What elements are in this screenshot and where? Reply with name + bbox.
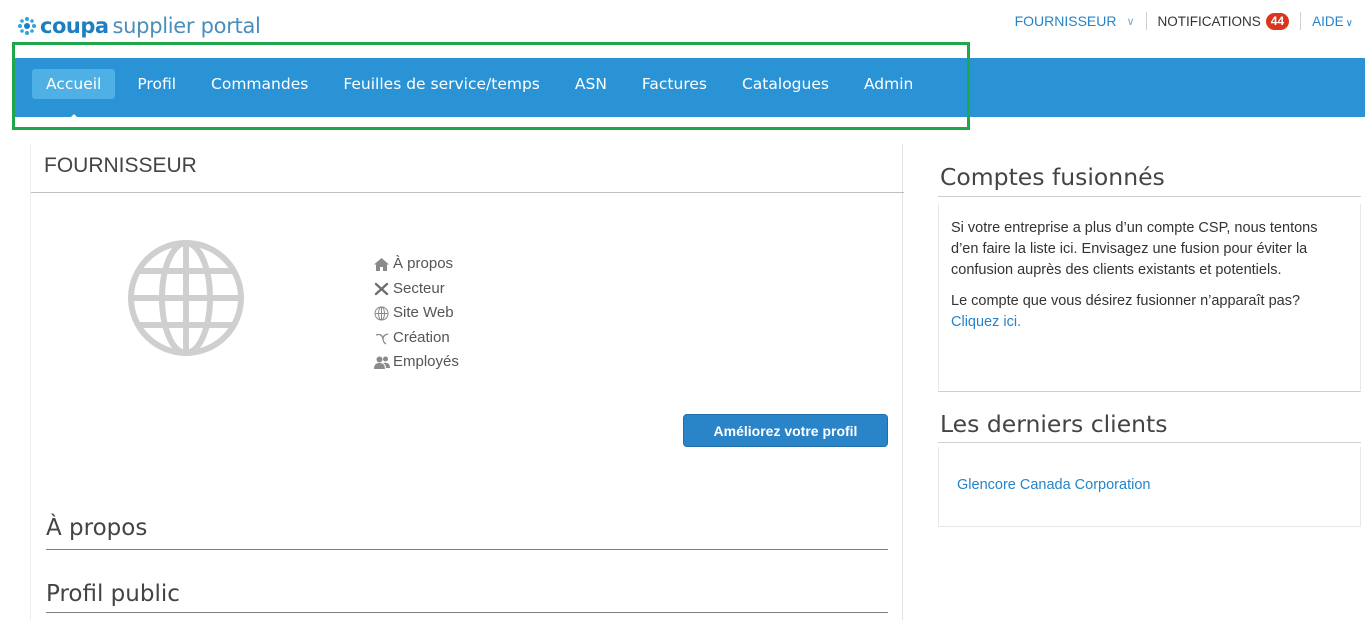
chevron-down-icon: ∨ xyxy=(1345,17,1353,29)
help-label: AIDE xyxy=(1312,13,1344,29)
globe-small-icon xyxy=(373,306,390,321)
nav-feuilles-de-service[interactable]: Feuilles de service/temps xyxy=(330,69,553,99)
section-public-profile-heading: Profil public xyxy=(46,581,180,607)
divider xyxy=(938,442,1361,443)
nav-admin[interactable]: Admin xyxy=(851,69,926,99)
divider xyxy=(31,192,904,193)
merged-accounts-panel: Si votre entreprise a plus d’un compte C… xyxy=(938,204,1361,390)
info-creation-label: Création xyxy=(393,328,450,346)
info-employees: Employés xyxy=(373,350,459,375)
brand-name: coupa xyxy=(40,14,109,38)
divider xyxy=(46,549,888,550)
info-website-label: Site Web xyxy=(393,304,454,321)
latest-clients-title: Les derniers clients xyxy=(940,410,1168,438)
info-creation: Création xyxy=(373,326,459,351)
brand-product: supplier portal xyxy=(112,14,261,38)
latest-clients-panel: Glencore Canada Corporation xyxy=(938,447,1361,527)
profile-panel: FOURNISSEUR À propos Secteur Site Web Cr… xyxy=(30,144,904,620)
nav-accueil[interactable]: Accueil xyxy=(32,69,116,123)
coupa-star-logo-icon xyxy=(18,17,36,35)
globe-icon xyxy=(128,240,244,356)
click-here-link[interactable]: Cliquez ici. xyxy=(951,314,1021,330)
info-sector: Secteur xyxy=(373,277,459,302)
profile-title: FOURNISSEUR xyxy=(44,154,197,177)
profile-info-list: À propos Secteur Site Web Création Emplo… xyxy=(373,252,459,375)
users-icon xyxy=(373,355,390,370)
home-icon xyxy=(373,257,390,272)
divider xyxy=(938,391,1361,392)
divider xyxy=(46,612,888,613)
seedling-icon xyxy=(373,330,390,345)
nav-asn[interactable]: ASN xyxy=(562,69,620,99)
info-sector-label: Secteur xyxy=(393,279,445,297)
info-employees-label: Employés xyxy=(393,353,459,370)
divider xyxy=(1300,12,1302,30)
tools-icon xyxy=(373,281,390,296)
top-right-menu: FOURNISSEUR ∨ NOTIFICATIONS 44 AIDE ∨ xyxy=(1015,12,1353,30)
notifications-badge: 44 xyxy=(1265,12,1290,30)
merged-accounts-text: Si votre entreprise a plus d’un compte C… xyxy=(951,220,1318,278)
nav-profil[interactable]: Profil xyxy=(124,69,189,99)
info-website: Site Web xyxy=(373,301,459,326)
info-about-label: À propos xyxy=(393,255,454,272)
divider xyxy=(938,196,1361,197)
client-link[interactable]: Glencore Canada Corporation xyxy=(957,477,1150,493)
merged-accounts-title: Comptes fusionnés xyxy=(940,163,1165,191)
merged-accounts-question: Le compte que vous désirez fusionner n’a… xyxy=(951,293,1301,309)
help-menu[interactable]: AIDE ∨ xyxy=(1312,14,1353,29)
notifications-link[interactable]: NOTIFICATIONS 44 xyxy=(1157,12,1290,30)
chevron-down-icon: ∨ xyxy=(1126,15,1135,28)
improve-profile-button[interactable]: Améliorez votre profil xyxy=(683,414,888,447)
info-about: À propos xyxy=(373,252,459,277)
divider xyxy=(1145,12,1147,30)
nav-catalogues[interactable]: Catalogues xyxy=(729,69,842,99)
user-menu[interactable]: FOURNISSEUR ∨ xyxy=(1015,13,1135,29)
main-nav: Accueil Profil Commandes Feuilles de ser… xyxy=(13,58,1365,123)
section-about-heading: À propos xyxy=(46,515,148,541)
nav-factures[interactable]: Factures xyxy=(629,69,720,99)
notifications-label: NOTIFICATIONS xyxy=(1157,13,1261,29)
nav-commandes[interactable]: Commandes xyxy=(198,69,321,99)
user-menu-label: FOURNISSEUR xyxy=(1014,13,1117,29)
coupa-logo[interactable]: coupa supplier portal xyxy=(17,10,261,42)
